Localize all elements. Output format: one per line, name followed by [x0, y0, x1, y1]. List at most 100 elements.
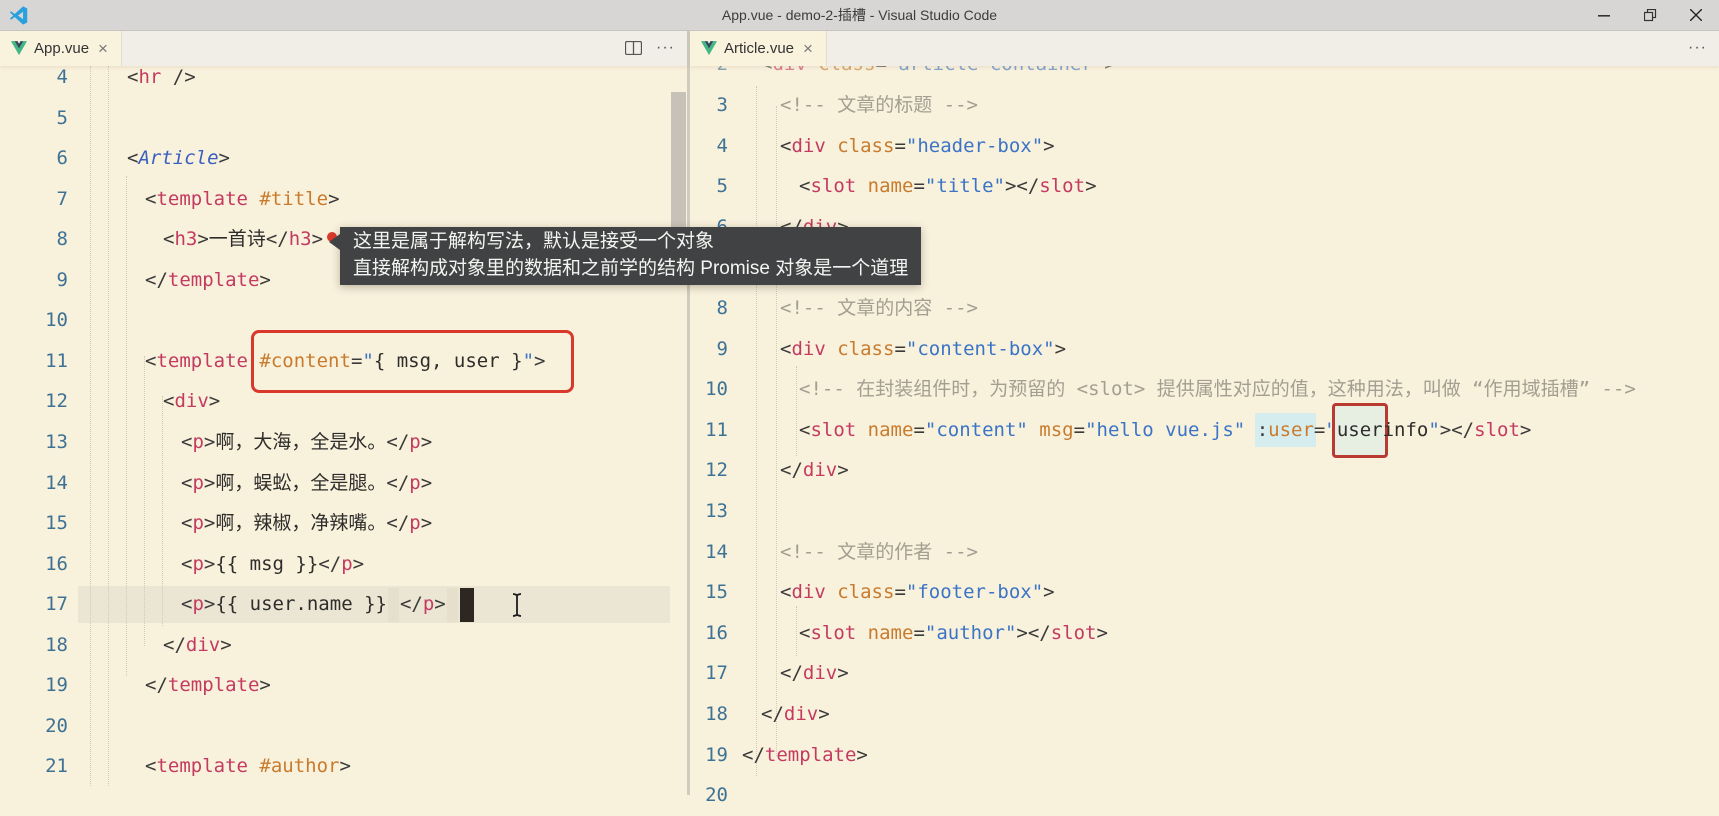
code-text: <p>啊，大海，全是水。</p>: [181, 422, 432, 463]
code-token: <!-- 文章的作者 -->: [780, 541, 978, 563]
line-number: 3: [690, 85, 728, 126]
code-token: />: [161, 66, 195, 88]
tab-app-vue[interactable]: App.vue ×: [0, 30, 122, 66]
code-line-17[interactable]: 17<p>{{ user.name }}</p>: [0, 584, 687, 625]
code-token: class: [837, 581, 894, 603]
code-text: </template>: [742, 735, 868, 776]
code-token: [856, 175, 867, 197]
code-token: <: [145, 755, 156, 777]
code-token: >: [209, 390, 220, 412]
editor-app-vue[interactable]: 4<hr />56<Article>7<template #title>8<h3…: [0, 66, 687, 795]
line-number: 16: [0, 544, 68, 585]
code-token: >: [204, 593, 215, 615]
code-token: =: [1314, 419, 1325, 441]
minimize-button[interactable]: [1581, 0, 1627, 30]
code-line-11[interactable]: 11 <template #content="{ msg, user }">: [0, 341, 687, 382]
code-token: >: [312, 228, 323, 250]
tab-close-icon[interactable]: ×: [801, 40, 815, 57]
line-number: 5: [690, 166, 728, 207]
code-token: <!-- 在封装组件时，为预留的 <slot> 提供属性对应的值，这种用法，叫做…: [799, 378, 1636, 400]
tab-close-icon[interactable]: ×: [96, 40, 110, 57]
more-actions-icon[interactable]: ···: [1688, 40, 1707, 56]
code-line-12[interactable]: 12</div>: [690, 450, 1719, 491]
code-line-14[interactable]: 14<!-- 文章的作者 -->: [690, 532, 1719, 573]
line-number: 11: [0, 341, 68, 382]
code-line-20[interactable]: 20: [0, 706, 687, 747]
code-line-5[interactable]: 5 <slot name="title"></slot>: [690, 166, 1719, 207]
code-token: </: [780, 662, 803, 684]
code-token: =: [351, 350, 362, 372]
code-token: ": [362, 350, 373, 372]
code-line-15[interactable]: 15<div class="footer-box">: [690, 572, 1719, 613]
line-number: 10: [0, 300, 68, 341]
code-line-16[interactable]: 16<slot name="author"></slot>: [690, 613, 1719, 654]
tab-article-vue[interactable]: Article.vue ×: [690, 30, 827, 66]
code-token: template: [765, 744, 857, 766]
code-token: <: [181, 512, 192, 534]
code-text: <template #content="{ msg, user }">: [145, 341, 545, 382]
code-line-14[interactable]: 14<p>啊，蜈蚣，全是腿。</p>: [0, 463, 687, 504]
code-token: p: [192, 553, 203, 575]
code-line-18[interactable]: 18</div>: [0, 625, 687, 666]
code-line-18[interactable]: 18</div>: [690, 694, 1719, 735]
code-token: </: [742, 744, 765, 766]
code-token: >: [421, 512, 432, 534]
code-text: <!-- 在封装组件时，为预留的 <slot> 提供属性对应的值，这种用法，叫做…: [799, 369, 1636, 410]
code-line-20[interactable]: 20: [690, 775, 1719, 816]
more-actions-icon[interactable]: ···: [656, 40, 675, 56]
code-line-6[interactable]: 6<Article>: [0, 138, 687, 179]
restore-button[interactable]: [1627, 0, 1673, 30]
editor-actions-right: ···: [1688, 30, 1719, 66]
code-token: <: [799, 419, 810, 441]
code-text: </div>: [780, 653, 849, 694]
code-line-7[interactable]: 7<template #title>: [0, 179, 687, 220]
code-line-10[interactable]: 10<!-- 在封装组件时，为预留的 <slot> 提供属性对应的值，这种用法，…: [690, 369, 1719, 410]
editor-group-divider[interactable]: [687, 30, 690, 795]
code-token: slot: [1474, 419, 1520, 441]
code-token: >: [219, 147, 230, 169]
code-token: </: [145, 269, 168, 291]
code-token: div: [174, 390, 208, 412]
code-line-19[interactable]: 19</template>: [0, 665, 687, 706]
line-number: 12: [690, 450, 728, 491]
code-line-9[interactable]: 9<div class="content-box">: [690, 329, 1719, 370]
code-token: </: [145, 674, 168, 696]
code-token: "title": [925, 175, 1005, 197]
code-line-15[interactable]: 15<p>啊，辣椒，净辣嘴。</p>: [0, 503, 687, 544]
editor-article-vue[interactable]: 2<div class="article-container">3<!-- 文章…: [690, 66, 1719, 795]
code-token: <: [163, 228, 174, 250]
code-line-3[interactable]: 3<!-- 文章的标题 -->: [690, 85, 1719, 126]
code-token: >: [197, 228, 208, 250]
code-line-5[interactable]: 5: [0, 98, 687, 139]
tooltip-arrow-icon: [329, 234, 340, 250]
code-line-21[interactable]: 21<template #author>: [0, 746, 687, 787]
code-line-17[interactable]: 17</div>: [690, 653, 1719, 694]
code-line-13[interactable]: 13<p>啊，大海，全是水。</p>: [0, 422, 687, 463]
code-line-4[interactable]: 4<div class="header-box">: [690, 126, 1719, 167]
code-line-13[interactable]: 13: [690, 491, 1719, 532]
code-token: user: [1337, 419, 1383, 441]
code-line-12[interactable]: 12<div>: [0, 381, 687, 422]
code-line-11[interactable]: 11<slot name="content" msg="hello vue.js…: [690, 410, 1719, 451]
code-line-19[interactable]: 19</template>: [690, 735, 1719, 776]
split-editor-icon[interactable]: [625, 41, 642, 55]
line-number: 20: [690, 775, 728, 816]
code-token: #content: [259, 350, 351, 372]
code-line-8[interactable]: 8<!-- 文章的内容 -->: [690, 288, 1719, 329]
code-text: <slot name="title"></slot>: [799, 166, 1097, 207]
line-number: 9: [690, 329, 728, 370]
tabbar-right-group: Article.vue × ···: [690, 30, 1719, 66]
close-window-button[interactable]: [1673, 0, 1719, 30]
code-token: </: [266, 228, 289, 250]
code-token: div: [186, 634, 220, 656]
code-token: >: [259, 269, 270, 291]
code-token: Article: [138, 147, 218, 169]
code-token: <: [145, 188, 156, 210]
line-number: 5: [0, 98, 68, 139]
code-line-16[interactable]: 16<p>{{ msg }}</p>: [0, 544, 687, 585]
code-token: user: [1268, 419, 1314, 441]
code-token: </: [386, 512, 409, 534]
code-text: </div>: [163, 625, 232, 666]
code-token: name: [868, 419, 914, 441]
code-token: >: [204, 553, 215, 575]
